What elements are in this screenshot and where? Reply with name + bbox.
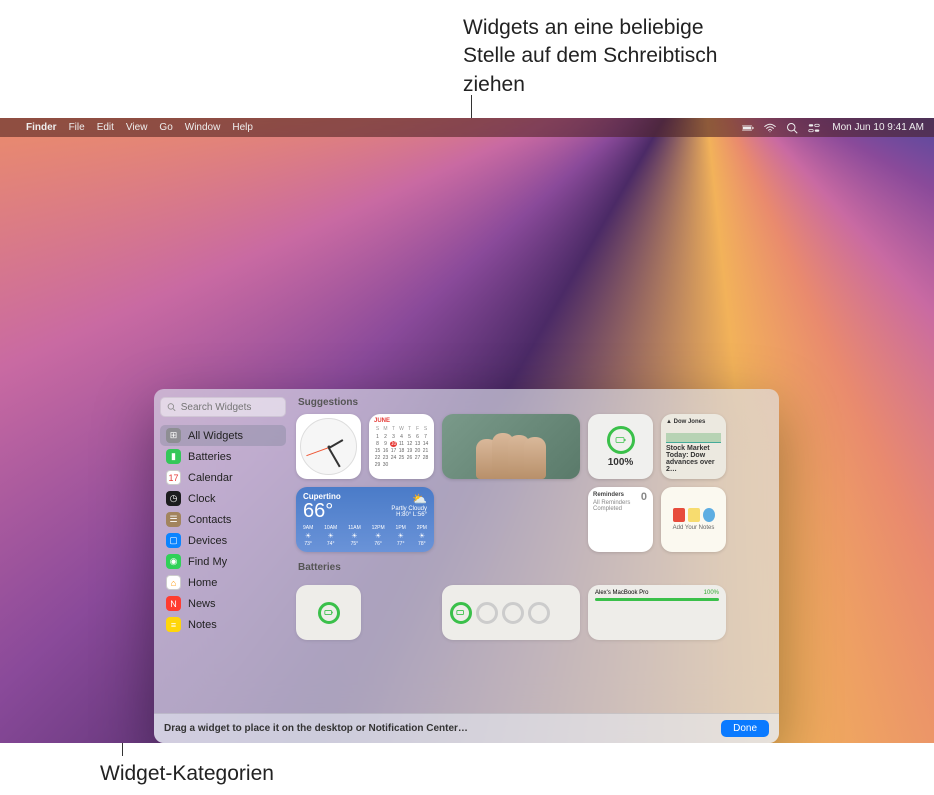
stocks-chart-icon xyxy=(666,427,721,443)
battery-ring-empty-icon xyxy=(476,602,498,624)
control-center-icon xyxy=(808,122,820,134)
calendar-icon: 17 xyxy=(166,470,181,485)
sidebar-item-label: Clock xyxy=(188,493,216,505)
search-widgets-field[interactable] xyxy=(160,397,286,417)
battery-icon xyxy=(742,122,754,134)
sidebar-item-batteries[interactable]: ▮ Batteries xyxy=(160,446,286,467)
battery-ring-empty-icon xyxy=(528,602,550,624)
notes-icons xyxy=(673,508,715,522)
weather-hour: 11AM☀75° xyxy=(348,525,361,547)
menubar-item[interactable]: Window xyxy=(185,122,221,133)
battery-ring-icon xyxy=(450,602,472,624)
reminders-title: Reminders xyxy=(593,492,648,498)
weather-widget[interactable]: Cupertino 66° ⛅ Partly Cloudy H:80° L:56… xyxy=(296,487,434,552)
clock-face-icon xyxy=(300,418,357,475)
stocks-widget[interactable]: ▲ Dow Jones Stock Market Today: Dow adva… xyxy=(661,414,726,479)
news-icon: N xyxy=(166,596,181,611)
photos-widget[interactable] xyxy=(442,414,580,479)
callout-widget-categories: Widget-Kategorien xyxy=(100,760,274,788)
weather-hour: 10AM☀74° xyxy=(324,525,337,547)
battery-ring-icon xyxy=(607,426,635,454)
sidebar-item-label: News xyxy=(188,598,216,610)
reminders-count: 0 xyxy=(641,491,647,503)
section-batteries-title: Batteries xyxy=(298,562,769,573)
contacts-icon: ☰ xyxy=(166,512,181,527)
wifi-icon xyxy=(764,122,776,134)
reminders-widget[interactable]: Reminders 0 All Reminders Completed xyxy=(588,487,653,552)
sidebar-item-contacts[interactable]: ☰ Contacts xyxy=(160,509,286,530)
sidebar-item-label: Notes xyxy=(188,619,217,631)
batteries-icon: ▮ xyxy=(166,449,181,464)
weather-hour: 1PM☀77° xyxy=(396,525,406,547)
menubar-item[interactable]: Help xyxy=(232,122,253,133)
battery-ring-empty-icon xyxy=(502,602,524,624)
macos-desktop: Finder File Edit View Go Window Help Mon… xyxy=(0,118,934,743)
battery-widget-small[interactable] xyxy=(296,585,361,640)
battery-device-percent: 100% xyxy=(704,590,719,596)
widget-gallery-content: Suggestions JUNE SMTWTFS 123456789101112… xyxy=(292,389,779,713)
menubar-item[interactable]: File xyxy=(69,122,85,133)
notes-widget[interactable]: Add Your Notes xyxy=(661,487,726,552)
weather-hour: 2PM☀78° xyxy=(417,525,427,547)
weather-temp: 66° xyxy=(303,501,341,521)
search-input[interactable] xyxy=(181,402,279,413)
menubar-item[interactable]: View xyxy=(126,122,148,133)
battery-widget[interactable]: 100% xyxy=(588,414,653,479)
devices-icon: ▢ xyxy=(166,533,181,548)
clock-widget[interactable] xyxy=(296,414,361,479)
sidebar-item-label: Contacts xyxy=(188,514,231,526)
sidebar-item-notes[interactable]: ≡ Notes xyxy=(160,614,286,635)
sidebar-item-home[interactable]: ⌂ Home xyxy=(160,572,286,593)
home-icon: ⌂ xyxy=(166,575,181,590)
spotlight-icon xyxy=(786,122,798,134)
reminders-status: All Reminders Completed xyxy=(593,500,648,512)
done-button[interactable]: Done xyxy=(721,720,769,737)
sidebar-item-devices[interactable]: ▢ Devices xyxy=(160,530,286,551)
all-widgets-icon: ⊞ xyxy=(166,428,181,443)
partly-cloudy-icon: ⛅ xyxy=(391,492,427,506)
sidebar-item-label: Find My xyxy=(188,556,227,568)
sidebar-item-label: All Widgets xyxy=(188,430,243,442)
search-icon xyxy=(167,402,176,412)
sidebar-item-news[interactable]: N News xyxy=(160,593,286,614)
battery-percent-label: 100% xyxy=(608,457,634,468)
clock-icon: ◷ xyxy=(166,491,181,506)
widget-gallery-window: ⊞ All Widgets ▮ Batteries 17 Calendar ◷ Clock ☰ C… xyxy=(154,389,779,743)
menu-bar: Finder File Edit View Go Window Help Mon… xyxy=(0,118,934,137)
weather-hilo: H:80° L:56° xyxy=(391,512,427,518)
sidebar-item-label: Devices xyxy=(188,535,227,547)
menubar-status-icons[interactable] xyxy=(742,122,820,134)
stocks-headline: Stock Market Today: Dow advances over 2… xyxy=(666,445,721,473)
calendar-widget[interactable]: JUNE SMTWTFS 123456789101112131415161718… xyxy=(369,414,434,479)
sidebar-item-label: Calendar xyxy=(188,472,233,484)
sidebar-item-find-my[interactable]: ◉ Find My xyxy=(160,551,286,572)
notes-icon: ≡ xyxy=(166,617,181,632)
weather-hour: 9AM☀73° xyxy=(303,525,313,547)
menubar-item[interactable]: Edit xyxy=(97,122,114,133)
widget-gallery-sidebar: ⊞ All Widgets ▮ Batteries 17 Calendar ◷ Clock ☰ C… xyxy=(154,389,292,713)
menubar-app-name[interactable]: Finder xyxy=(26,122,57,133)
menubar-item[interactable]: Go xyxy=(159,122,172,133)
menubar-datetime[interactable]: Mon Jun 10 9:41 AM xyxy=(832,122,924,133)
sidebar-item-label: Home xyxy=(188,577,217,589)
calendar-month-label: JUNE xyxy=(374,418,429,424)
sidebar-item-all-widgets[interactable]: ⊞ All Widgets xyxy=(160,425,286,446)
find-my-icon: ◉ xyxy=(166,554,181,569)
callout-drag-widgets: Widgets an eine beliebige Stelle auf dem… xyxy=(463,14,733,99)
sidebar-item-clock[interactable]: ◷ Clock xyxy=(160,488,286,509)
battery-ring-icon xyxy=(318,602,340,624)
battery-device-name: Alex's MacBook Pro xyxy=(595,590,649,596)
battery-widget-medium[interactable] xyxy=(442,585,580,640)
battery-widget-list[interactable]: Alex's MacBook Pro 100% xyxy=(588,585,726,640)
weather-hour: 12PM☀76° xyxy=(372,525,385,547)
notes-caption: Add Your Notes xyxy=(673,525,715,531)
footer-hint-text: Drag a widget to place it on the desktop… xyxy=(164,723,468,734)
stocks-symbol: ▲ Dow Jones xyxy=(666,419,721,425)
section-suggestions-title: Suggestions xyxy=(298,397,769,408)
widget-gallery-footer: Drag a widget to place it on the desktop… xyxy=(154,713,779,743)
sidebar-item-label: Batteries xyxy=(188,451,231,463)
sidebar-item-calendar[interactable]: 17 Calendar xyxy=(160,467,286,488)
